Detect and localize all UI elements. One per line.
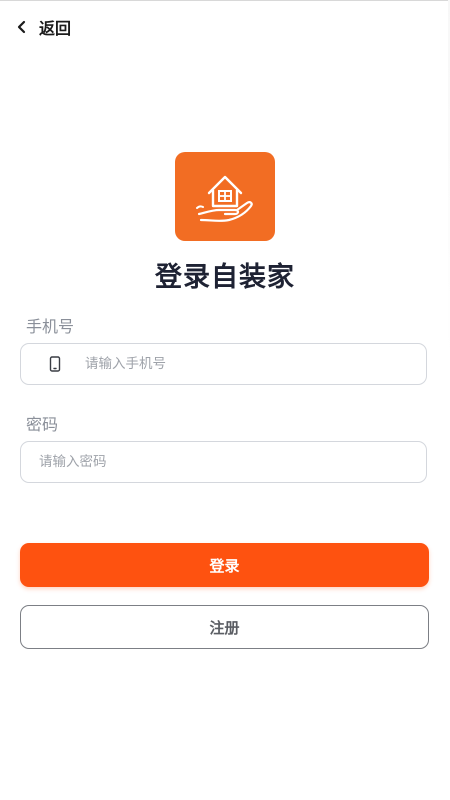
password-label: 密码 [26,415,59,434]
phone-label: 手机号 [26,317,75,336]
back-label: 返回 [39,19,72,38]
back-button[interactable]: 返回 [12,15,71,39]
top-divider [0,0,450,1]
house-in-hand-icon [185,160,265,234]
page-title: 登录自装家 [155,262,295,293]
password-input[interactable] [37,441,426,483]
login-button[interactable]: 登录 [20,543,429,587]
phone-field-box [20,343,427,385]
chevron-left-icon [12,17,32,37]
phone-input[interactable] [83,343,426,385]
password-field-box [20,441,427,483]
register-button[interactable]: 注册 [20,605,429,649]
app-logo [175,152,275,241]
header: 返回 [0,10,71,44]
login-page: 返回 登录自装家 手机号 请输入手机号 密码 登录 注册 [0,0,450,800]
phone-icon [48,356,62,372]
